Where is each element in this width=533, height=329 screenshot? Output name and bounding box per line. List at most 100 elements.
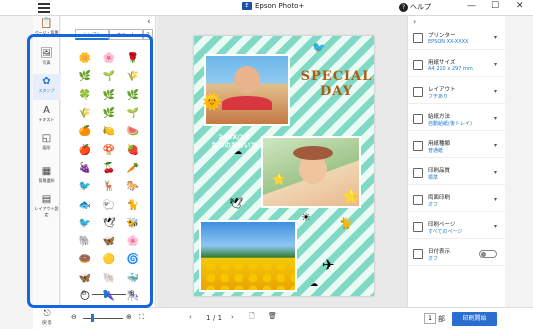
tool-text[interactable]: A テキスト: [33, 105, 60, 123]
stamp-item[interactable]: 🌿: [97, 87, 121, 105]
tool-page-background[interactable]: 📋 ページ・背景: [33, 18, 60, 36]
tab-simple[interactable]: シンプル: [75, 29, 109, 40]
stamp-item[interactable]: 🍓: [121, 141, 145, 159]
stamp-item[interactable]: 🍋: [97, 123, 121, 141]
setting-date[interactable]: 日付表示 オフ: [408, 244, 506, 266]
current-page[interactable]: 1: [206, 314, 210, 322]
setting-paper-feed[interactable]: 給紙方法 自動給紙(後トレイ) ▾: [408, 109, 506, 131]
close-button[interactable]: ✕: [516, 1, 524, 11]
stamp-item[interactable]: 🟡: [97, 251, 121, 269]
stamp-item[interactable]: 🍊: [73, 123, 97, 141]
tool-background[interactable]: ▦ 背景選択: [33, 166, 60, 184]
zoom-slider-handle[interactable]: [104, 290, 108, 298]
tab-more[interactable]: ス: [143, 29, 153, 40]
add-page-icon[interactable]: 🗋: [249, 312, 255, 323]
stamp-item[interactable]: 🍄: [97, 141, 121, 159]
stamp-item[interactable]: 🐈: [121, 196, 145, 214]
cat-stamp[interactable]: 🐈: [339, 218, 353, 229]
tool-layout[interactable]: ▤ レイアウト設定: [33, 194, 60, 218]
stamp-item[interactable]: 🐳: [121, 270, 145, 288]
chevron-down-icon[interactable]: ▾: [494, 115, 497, 122]
stamp-item[interactable]: 🌀: [121, 251, 145, 269]
help-button[interactable]: ? ヘルプ: [399, 2, 431, 12]
setting-paper-size[interactable]: 用紙サイズ A4 210 x 297 mm ▾: [408, 55, 506, 77]
canvas-zoom-out-icon[interactable]: ⊖: [71, 313, 77, 321]
star-face-stamp[interactable]: ⭐: [342, 190, 359, 204]
chevron-down-icon[interactable]: ▾: [494, 34, 497, 41]
zoom-slider-track[interactable]: [92, 294, 126, 295]
setting-paper-type[interactable]: 用紙種類 普通紙 ▾: [408, 136, 506, 158]
sun-face-stamp[interactable]: 🌞: [202, 94, 222, 110]
minimize-button[interactable]: —: [467, 1, 476, 11]
photo-girl-watermelon[interactable]: [204, 54, 290, 126]
stamp-item[interactable]: 🐦: [73, 178, 97, 196]
print-button[interactable]: 印刷開始: [452, 312, 497, 326]
back-button[interactable]: ⎋ 戻る: [42, 310, 52, 327]
stamp-item[interactable]: 🐦: [73, 215, 97, 233]
setting-layout[interactable]: レイアウト フチあり ▾: [408, 82, 506, 104]
stamp-item[interactable]: 🍉: [121, 123, 145, 141]
expand-panel-icon[interactable]: ›: [413, 17, 416, 26]
stamp-item[interactable]: 🌸: [121, 233, 145, 251]
print-page[interactable]: 🌞 🐦 SPECIAL DAY 20XX/XX なつのおもいで ☁ ⭐ ⭐ 🕊 …: [194, 36, 374, 296]
tool-stamp[interactable]: ✿ スタンプ: [33, 74, 60, 100]
canvas-zoom-in-icon[interactable]: ⊕: [126, 313, 132, 321]
stamp-item[interactable]: 🐎: [121, 178, 145, 196]
stamp-item[interactable]: 🌹: [121, 50, 145, 68]
setting-quality[interactable]: 印刷品質 標準 ▾: [408, 163, 506, 185]
stamp-item[interactable]: 🍎: [73, 141, 97, 159]
stamp-item[interactable]: 🌾: [121, 68, 145, 86]
stamp-item[interactable]: 🍒: [97, 160, 121, 178]
tab-cute[interactable]: キュート: [109, 29, 143, 40]
tool-shape[interactable]: ◱ 図形: [33, 133, 60, 151]
stamp-item[interactable]: 🐚: [97, 270, 121, 288]
stamp-item[interactable]: 🥕: [121, 160, 145, 178]
star-stamp[interactable]: ⭐: [272, 174, 286, 185]
stamp-item[interactable]: 🐟: [73, 196, 97, 214]
stamp-item[interactable]: 🦋: [97, 233, 121, 251]
setting-printer[interactable]: プリンター EPSON XX-XXXX ▾: [408, 28, 506, 50]
stamp-item[interactable]: 🌿: [73, 68, 97, 86]
photo-sunflowers[interactable]: [199, 220, 297, 292]
stamp-item[interactable]: 🐘: [73, 233, 97, 251]
stamp-item[interactable]: 🌸: [97, 50, 121, 68]
bird-stamp[interactable]: 🐦: [312, 42, 326, 53]
date-toggle[interactable]: [479, 250, 497, 258]
prev-page-icon[interactable]: ‹: [189, 313, 192, 321]
fit-screen-icon[interactable]: ⛶: [139, 313, 144, 322]
stamp-item[interactable]: 🍇: [73, 160, 97, 178]
canvas-zoom-handle[interactable]: [91, 314, 94, 322]
airplane-stamp[interactable]: ✈: [322, 258, 335, 273]
stamp-item[interactable]: 🌾: [73, 105, 97, 123]
next-page-icon[interactable]: ›: [231, 313, 234, 321]
stamp-item[interactable]: 🦋: [73, 270, 97, 288]
menu-icon[interactable]: [38, 3, 50, 13]
delete-page-icon[interactable]: 🗑: [268, 312, 277, 320]
stamp-item[interactable]: 🌼: [73, 50, 97, 68]
chevron-down-icon[interactable]: ▾: [494, 169, 497, 176]
stamp-item[interactable]: 🌿: [97, 105, 121, 123]
chevron-down-icon[interactable]: ▾: [494, 88, 497, 95]
zoom-out-icon[interactable]: ⊖: [81, 289, 87, 297]
chevron-down-icon[interactable]: ▾: [494, 223, 497, 230]
zoom-in-icon[interactable]: ⊕: [129, 289, 135, 297]
stamp-item[interactable]: 🍀: [73, 87, 97, 105]
canvas-zoom-slider[interactable]: [83, 318, 123, 319]
setting-duplex[interactable]: 両面印刷 オフ ▾: [408, 190, 506, 212]
sun-stamp[interactable]: ☀: [301, 212, 311, 223]
stamp-item[interactable]: 🕊: [97, 215, 121, 233]
maximize-button[interactable]: ☐: [491, 1, 499, 11]
chevron-down-icon[interactable]: ▾: [494, 142, 497, 149]
cloud-stamp[interactable]: ☁: [234, 148, 242, 156]
stamp-item[interactable]: 🐑: [97, 196, 121, 214]
stamp-item[interactable]: 🦌: [97, 178, 121, 196]
collapse-panel-icon[interactable]: ‹: [147, 17, 151, 27]
stamp-item[interactable]: 🐝: [121, 215, 145, 233]
copies-input[interactable]: 1: [424, 313, 436, 324]
cloud-stamp[interactable]: ☁: [310, 280, 318, 288]
stamp-item[interactable]: 🌱: [121, 105, 145, 123]
tool-photo[interactable]: 🖼 写真: [33, 48, 60, 66]
stamp-item[interactable]: 🌱: [97, 68, 121, 86]
chevron-down-icon[interactable]: ▾: [494, 196, 497, 203]
bird-stamp[interactable]: 🕊: [229, 198, 243, 209]
